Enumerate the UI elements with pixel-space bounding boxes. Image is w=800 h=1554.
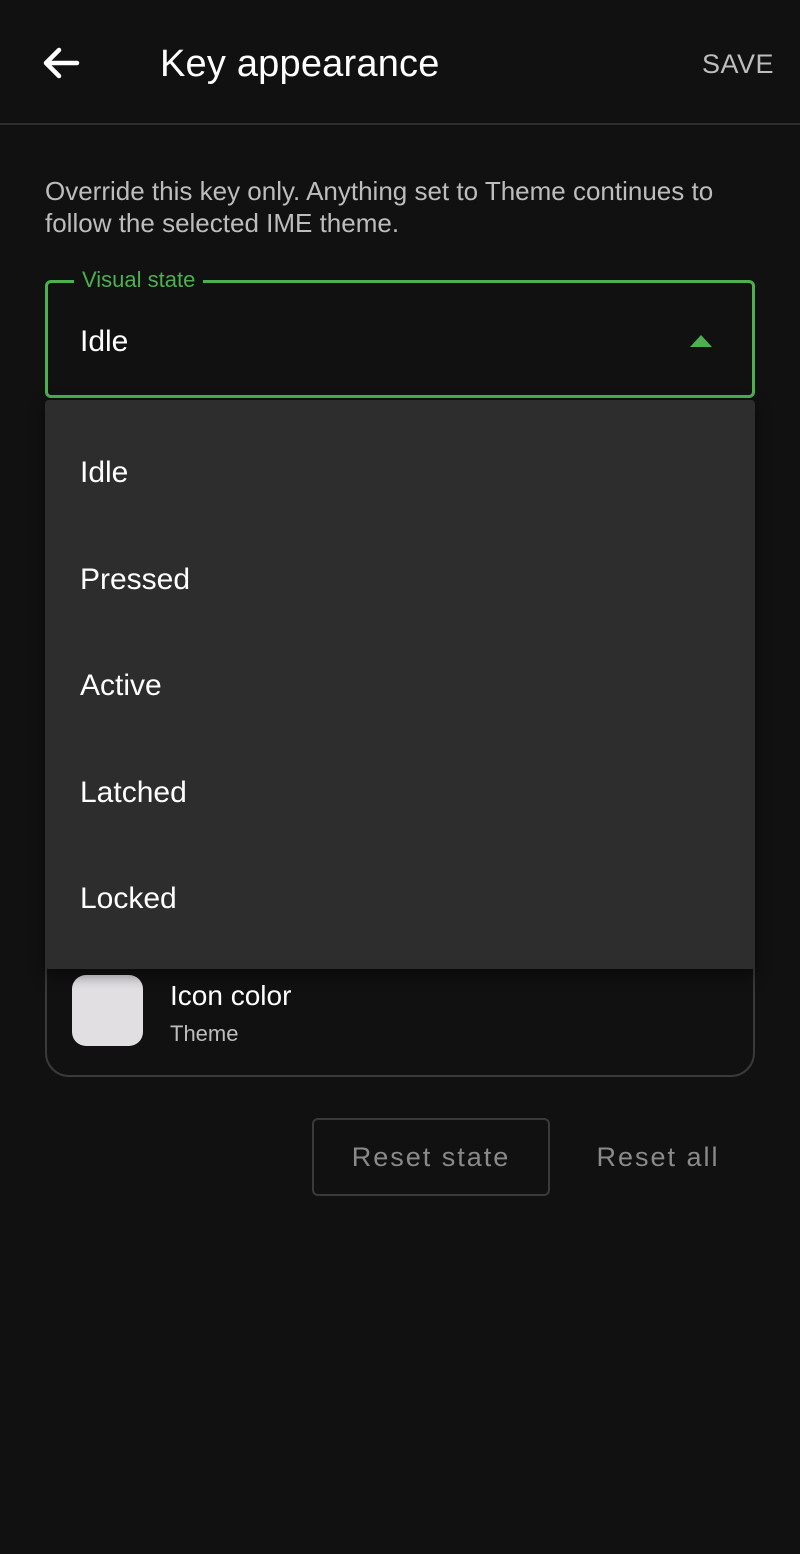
icon-color-row[interactable]: Icon color Theme [72, 975, 732, 1049]
caret-up-icon[interactable] [690, 335, 712, 347]
save-button[interactable]: SAVE [702, 44, 774, 84]
description-text: Override this key only. Anything set to … [45, 176, 714, 238]
page-title: Key appearance [160, 43, 440, 85]
icon-color-value: Theme [170, 1021, 239, 1046]
menu-item-idle[interactable]: Idle [45, 420, 755, 526]
arrow-left-icon [43, 47, 80, 79]
back-button[interactable] [28, 30, 94, 96]
icon-color-title: Icon color [170, 980, 292, 1011]
visual-state-dropdown[interactable]: Visual state Idle [45, 266, 755, 398]
reset-all-button[interactable]: Reset all [570, 1118, 746, 1196]
icon-color-swatch [72, 975, 143, 1046]
top-app-bar: Key appearance SAVE [0, 0, 800, 125]
menu-item-latched[interactable]: Latched [45, 740, 755, 846]
reset-state-button[interactable]: Reset state [312, 1118, 550, 1196]
menu-item-pressed[interactable]: Pressed [45, 527, 755, 633]
menu-item-active[interactable]: Active [45, 633, 755, 739]
visual-state-menu: Idle Pressed Active Latched Locked [45, 400, 755, 969]
menu-item-locked[interactable]: Locked [45, 846, 755, 952]
visual-state-label: Visual state [74, 266, 204, 294]
visual-state-selected: Idle [80, 325, 129, 358]
